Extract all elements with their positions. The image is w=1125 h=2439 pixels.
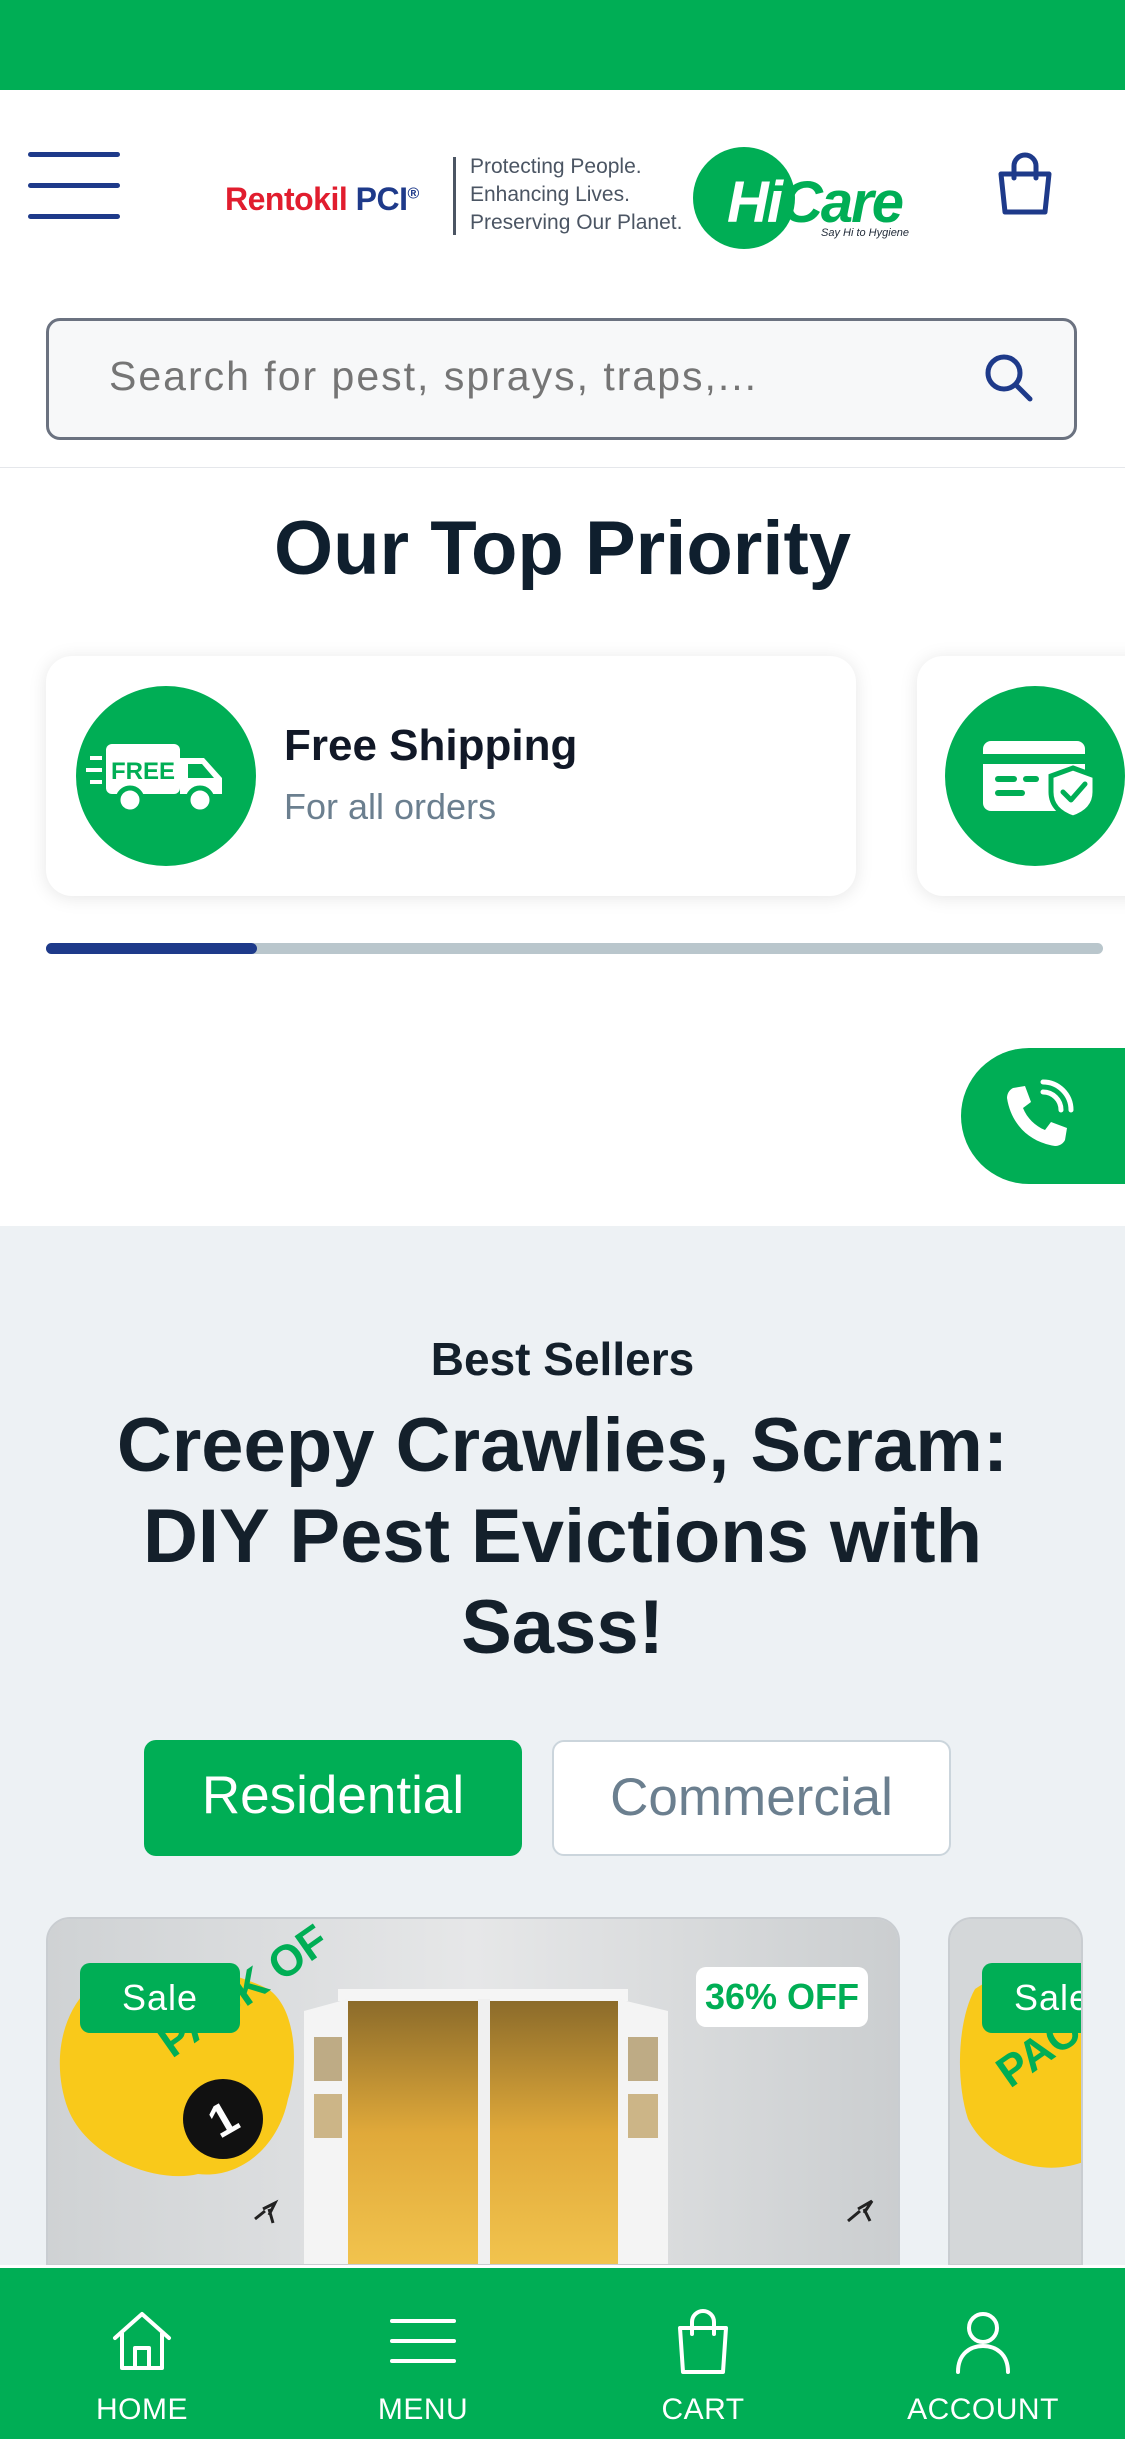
menu-icon	[390, 2319, 456, 2363]
card-subtitle: For all orders	[284, 786, 497, 827]
card-title: Free Shipping	[284, 721, 578, 770]
rentokil-logo: Rentokil PCI®	[225, 181, 419, 217]
free-delivery-truck-icon: FREE	[76, 686, 256, 866]
feature-card-secure-payment	[917, 656, 1125, 896]
sale-badge: Sale	[982, 1963, 1081, 2033]
tab-residential[interactable]: Residential	[144, 1740, 522, 1856]
hamburger-icon[interactable]	[28, 152, 120, 222]
nav-label: ACCOUNT	[907, 2393, 1059, 2426]
home-icon	[113, 2312, 171, 2370]
nav-account[interactable]: ACCOUNT	[863, 2268, 1103, 2439]
sale-badge: Sale	[80, 1963, 240, 2033]
phone-call-icon	[1007, 1079, 1074, 1146]
shopping-bag-icon	[678, 2309, 728, 2374]
tab-commercial[interactable]: Commercial	[552, 1740, 951, 1856]
user-icon	[956, 2312, 1010, 2374]
bottom-navigation: HOME MENU CART ACCOUNT	[0, 2265, 1125, 2439]
feature-card-free-shipping: FREE Free Shipping For all orders	[46, 656, 856, 896]
shopping-bag-icon[interactable]	[995, 150, 1055, 220]
phone-call-button[interactable]	[961, 1048, 1125, 1184]
search-bar[interactable]	[46, 318, 1077, 440]
nav-label: HOME	[96, 2393, 188, 2426]
logo-divider	[453, 157, 456, 235]
section-title: Creepy Crawlies, Scram: DIY Pest Evictio…	[116, 1403, 1009, 1670]
search-icon[interactable]	[980, 349, 1038, 407]
product-card[interactable]: PACK Sale	[948, 1917, 1083, 2266]
secure-payment-card-icon	[945, 686, 1125, 866]
nav-menu[interactable]: MENU	[303, 2268, 543, 2439]
status-bar	[0, 0, 1125, 90]
search-input[interactable]	[109, 353, 909, 400]
discount-badge: 36% OFF	[696, 1967, 868, 2027]
product-card[interactable]: PACK OF 1 Sale 36% OFF	[46, 1917, 900, 2266]
nav-label: MENU	[377, 2393, 469, 2426]
nav-home[interactable]: HOME	[22, 2268, 262, 2439]
hicare-slogan: Say Hi to Hygiene	[821, 227, 910, 239]
brand-tagline: Protecting People. Enhancing Lives. Pres…	[470, 155, 683, 234]
hicare-logo-text: HiCare	[727, 170, 904, 235]
svg-text:FREE: FREE	[111, 758, 175, 785]
nav-cart[interactable]: CART	[583, 2268, 823, 2439]
section-title: Our Top Priority	[273, 506, 852, 591]
brand-logo[interactable]: Rentokil PCI® Protecting People. Enhanci…	[225, 145, 925, 250]
nav-label: CART	[661, 2393, 745, 2426]
slider-progress-fill	[46, 943, 257, 954]
section-kicker: Best Sellers	[430, 1333, 695, 1385]
